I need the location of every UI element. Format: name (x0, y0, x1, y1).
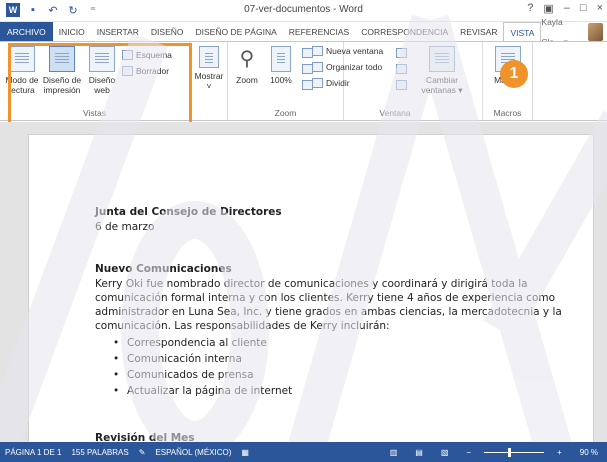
switch-windows-icon (429, 46, 455, 72)
sync-scroll-button[interactable] (396, 64, 407, 74)
tab-archivo[interactable]: ARCHIVO (0, 22, 53, 42)
ribbon-tabs: ARCHIVO INICIO INSERTAR DISEÑO DISEÑO DE… (0, 17, 607, 47)
dividir-button[interactable]: Dividir (312, 78, 350, 88)
doc-heading-comunicaciones: Nuevo Comunicaciones (95, 263, 232, 275)
tab-insertar[interactable]: INSERTAR (91, 22, 145, 42)
web-layout-view-icon[interactable]: ▧ (436, 448, 454, 457)
zoom-in-icon[interactable]: + (552, 448, 567, 457)
doc-heading-junta: Junta del Consejo de Directores (95, 206, 282, 218)
reset-position-button[interactable] (396, 80, 407, 90)
dividir-label: Dividir (326, 78, 350, 88)
side-by-side-icon (396, 48, 407, 58)
zoom-label: Zoom (236, 75, 258, 85)
tab-revisar[interactable]: REVISAR (454, 22, 503, 42)
view-zoom-controls: ▥ ▤ ▧ − + 90 % (385, 447, 607, 457)
read-mode-view-icon[interactable]: ▥ (385, 448, 403, 457)
list-item: Correspondencia al cliente (113, 335, 292, 351)
avatar (587, 23, 603, 41)
tab-correspondencia[interactable]: CORRESPONDENCIA (355, 22, 454, 42)
page-count[interactable]: PÁGINA 1 DE 1 (0, 448, 66, 457)
zoom-100-button[interactable]: 100% (266, 46, 296, 85)
page-100-icon (271, 46, 291, 72)
status-bar: PÁGINA 1 DE 1 155 PALABRAS ✎ ESPAÑOL (MÉ… (0, 442, 607, 462)
macro-record-icon[interactable]: ▦ (236, 448, 254, 457)
group-ventana: Nueva ventana Organizar todo Dividir Cam… (308, 42, 483, 120)
new-window-icon (312, 46, 323, 56)
tab-diseno-pagina[interactable]: DISEÑO DE PÁGINA (190, 22, 283, 42)
doc-paragraph: Kerry Oki fue nombrado director de comun… (95, 278, 562, 332)
document-area[interactable]: Junta del Consejo de Directores 6 de mar… (0, 122, 607, 454)
proofing-icon[interactable]: ✎ (134, 448, 151, 457)
organizar-todo-button[interactable]: Organizar todo (312, 62, 382, 72)
language-status[interactable]: ESPAÑOL (MÉXICO) (150, 448, 236, 457)
split-icon (312, 78, 323, 88)
help-button[interactable]: ? (527, 2, 533, 15)
tab-vista[interactable]: VISTA (503, 22, 542, 42)
title-bar: W ▪ ↶ ↻ ⁼ 07-ver-documentos - Word ? ▣ –… (0, 0, 607, 22)
tab-diseno[interactable]: DISEÑO (145, 22, 190, 42)
list-item: Comunicación interna (113, 351, 292, 367)
arrange-all-icon (312, 62, 323, 72)
tab-inicio[interactable]: INICIO (53, 22, 91, 42)
doc-date: 6 de marzo (95, 221, 155, 233)
print-layout-view-icon[interactable]: ▤ (410, 448, 428, 457)
word-count[interactable]: 155 PALABRAS (66, 448, 133, 457)
user-account[interactable]: Kayla Cla... ▾ (541, 17, 607, 47)
list-item: Comunicados de prensa (113, 367, 292, 383)
mostrar-button[interactable]: Mostrar ˅ (194, 46, 224, 91)
chevron-down-icon: ˅ (206, 81, 212, 91)
tab-referencias[interactable]: REFERENCIAS (283, 22, 355, 42)
group-macros-label: Macros (493, 108, 522, 118)
close-button[interactable]: × (597, 2, 603, 15)
side-by-side-button[interactable] (396, 48, 407, 58)
nueva-ventana-label: Nueva ventana (326, 46, 384, 56)
mostrar-label: Mostrar (194, 71, 224, 81)
reset-position-icon (396, 80, 407, 90)
cambiar-ventanas-label: Cambiar ventanas ▾ (421, 75, 463, 95)
window-title: 07-ver-documentos - Word (244, 4, 363, 15)
group-ventana-label: Ventana (379, 108, 411, 118)
zoom-out-icon[interactable]: − (461, 448, 476, 457)
zoom-slider-thumb[interactable] (508, 447, 512, 457)
document-page[interactable]: Junta del Consejo de Directores 6 de mar… (28, 134, 594, 454)
doc-bullet-list: Correspondencia al cliente Comunicación … (113, 335, 292, 399)
zoom-slider[interactable] (484, 447, 545, 457)
organizar-todo-label: Organizar todo (326, 62, 383, 72)
zoom-button[interactable]: ⚲ Zoom (232, 46, 262, 85)
group-mostrar: Mostrar ˅ (190, 42, 228, 120)
zoom-percent[interactable]: 90 % (575, 448, 603, 457)
show-icon (199, 46, 219, 68)
list-item: Actualizar la página de internet (113, 383, 292, 399)
vistas-highlight (8, 43, 192, 125)
sync-scroll-icon (396, 64, 407, 74)
nueva-ventana-button[interactable]: Nueva ventana (312, 46, 383, 56)
cambiar-ventanas-button[interactable]: Cambiar ventanas ▾ (416, 46, 468, 95)
callout-badge-1: 1 (500, 60, 528, 88)
zoom-100-label: 100% (270, 75, 292, 85)
magnifier-icon: ⚲ (239, 48, 255, 70)
